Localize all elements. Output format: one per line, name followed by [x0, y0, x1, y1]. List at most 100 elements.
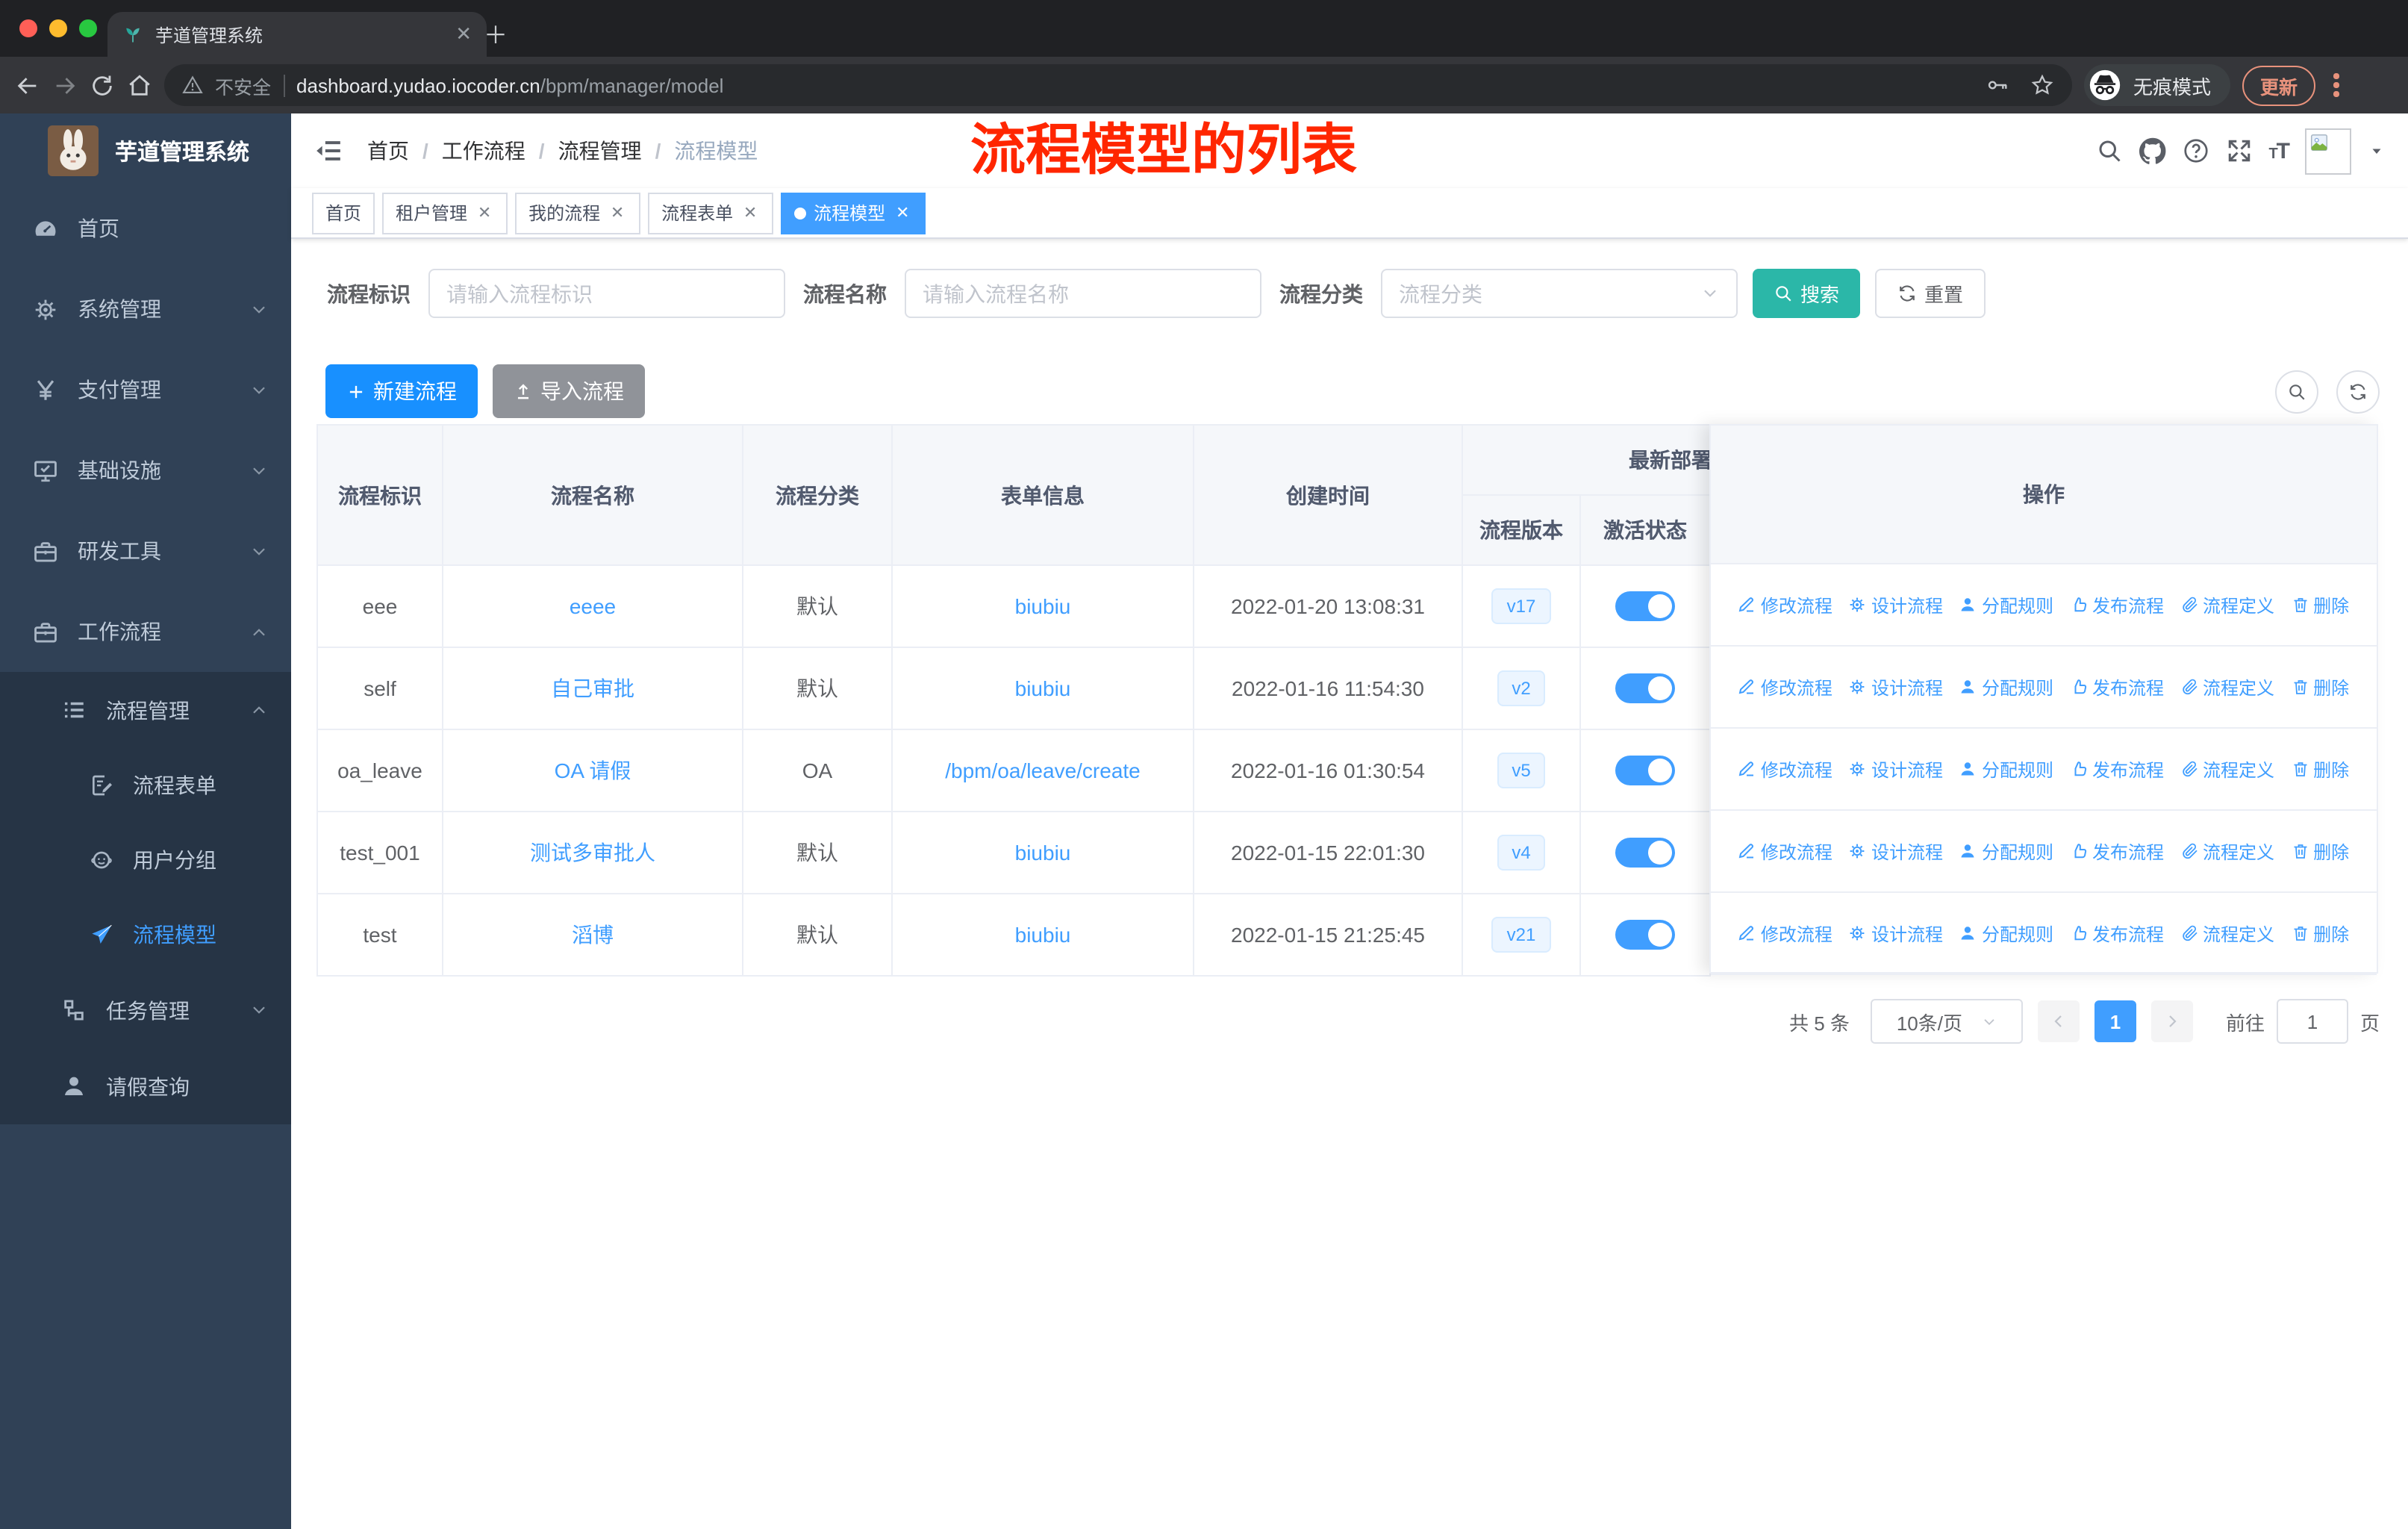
sidebar-item-process-form[interactable]: 流程表单	[0, 748, 291, 823]
hamburger-icon[interactable]	[314, 136, 343, 166]
process-name-link[interactable]: eeee	[570, 594, 616, 618]
search-icon[interactable]	[2095, 137, 2122, 164]
publish-process-link[interactable]: 发布流程	[2070, 756, 2164, 782]
design-process-link[interactable]: 设计流程	[1849, 838, 1943, 864]
refresh-table-button[interactable]	[2336, 370, 2380, 413]
active-toggle[interactable]	[1615, 591, 1675, 621]
active-toggle[interactable]	[1615, 920, 1675, 950]
sidebar-item-workflow[interactable]: 工作流程	[0, 591, 291, 672]
publish-process-link[interactable]: 发布流程	[2070, 921, 2164, 946]
modify-process-link[interactable]: 修改流程	[1738, 592, 1832, 617]
tab-close-icon[interactable]: ✕	[455, 22, 472, 46]
assign-rule-link[interactable]: 分配规则	[1959, 756, 2053, 782]
next-page-button[interactable]	[2150, 1000, 2193, 1042]
process-name-link[interactable]: 自己审批	[551, 676, 634, 700]
process-name-link[interactable]: 测试多审批人	[530, 841, 655, 865]
publish-process-link[interactable]: 发布流程	[2070, 674, 2164, 700]
modify-process-link[interactable]: 修改流程	[1738, 674, 1832, 700]
caret-down-icon[interactable]	[2368, 142, 2386, 160]
tag-my-process[interactable]: 我的流程 ✕	[515, 192, 641, 234]
active-toggle[interactable]	[1615, 838, 1675, 868]
publish-process-link[interactable]: 发布流程	[2070, 838, 2164, 864]
form-info-link[interactable]: biubiu	[1015, 923, 1071, 947]
create-process-button[interactable]: 新建流程	[325, 364, 478, 418]
tag-process-form[interactable]: 流程表单 ✕	[648, 192, 774, 234]
design-process-link[interactable]: 设计流程	[1849, 592, 1943, 617]
sidebar-item-user-group[interactable]: 用户分组	[0, 823, 291, 897]
sidebar-item-home[interactable]: 首页	[0, 188, 291, 269]
form-info-link[interactable]: /bpm/oa/leave/create	[945, 759, 1141, 782]
process-name-link[interactable]: 滔博	[572, 923, 614, 947]
assign-rule-link[interactable]: 分配规则	[1959, 921, 2053, 946]
avatar[interactable]	[2305, 128, 2351, 174]
sidebar-item-system[interactable]: 系统管理	[0, 269, 291, 349]
reset-button[interactable]: 重置	[1875, 269, 1986, 318]
form-info-link[interactable]: biubiu	[1015, 676, 1071, 700]
browser-menu-icon[interactable]	[2327, 73, 2345, 97]
forward-icon[interactable]	[52, 72, 78, 98]
home-icon[interactable]	[127, 72, 152, 98]
help-icon[interactable]	[2182, 137, 2209, 164]
sidebar-item-task-mgmt[interactable]: 任务管理	[0, 972, 291, 1048]
new-tab-button[interactable]: ＋	[484, 15, 508, 51]
publish-process-link[interactable]: 发布流程	[2070, 592, 2164, 617]
page-number-1[interactable]: 1	[2094, 1000, 2136, 1042]
goto-page-input[interactable]	[2276, 999, 2348, 1044]
close-icon[interactable]: ✕	[608, 203, 627, 222]
font-size-icon[interactable]: TT	[2268, 138, 2290, 164]
bookmark-star-icon[interactable]	[2030, 73, 2054, 97]
browser-tab[interactable]: 芋道管理系统 ✕	[107, 12, 487, 57]
process-definition-link[interactable]: 流程定义	[2180, 674, 2274, 700]
modify-process-link[interactable]: 修改流程	[1738, 838, 1832, 864]
delete-link[interactable]: 删除	[2291, 592, 2349, 617]
sidebar-item-payment[interactable]: 支付管理	[0, 349, 291, 430]
assign-rule-link[interactable]: 分配规则	[1959, 838, 2053, 864]
breadcrumb-home[interactable]: 首页	[367, 136, 409, 166]
back-icon[interactable]	[15, 72, 40, 98]
process-definition-link[interactable]: 流程定义	[2180, 921, 2274, 946]
sidebar-item-devtools[interactable]: 研发工具	[0, 511, 291, 591]
sidebar-item-leave-query[interactable]: 请假查询	[0, 1048, 291, 1124]
design-process-link[interactable]: 设计流程	[1849, 756, 1943, 782]
search-button[interactable]: 搜索	[1753, 269, 1861, 318]
breadcrumb-workflow[interactable]: 工作流程	[442, 136, 525, 166]
process-category-select[interactable]: 流程分类	[1381, 269, 1738, 318]
close-icon[interactable]: ✕	[893, 203, 912, 222]
fullscreen-icon[interactable]	[2225, 137, 2252, 164]
active-toggle[interactable]	[1615, 756, 1675, 785]
sidebar-item-process-model[interactable]: 流程模型	[0, 897, 291, 972]
import-process-button[interactable]: 导入流程	[493, 364, 645, 418]
process-name-link[interactable]: OA 请假	[555, 759, 631, 782]
maximize-window-button[interactable]	[79, 19, 97, 37]
design-process-link[interactable]: 设计流程	[1849, 674, 1943, 700]
form-info-link[interactable]: biubiu	[1015, 841, 1071, 865]
close-window-button[interactable]	[19, 19, 37, 37]
toggle-search-button[interactable]	[2275, 370, 2318, 413]
process-definition-link[interactable]: 流程定义	[2180, 838, 2274, 864]
page-size-select[interactable]: 10条/页	[1870, 999, 2023, 1044]
tag-process-model[interactable]: 流程模型 ✕	[781, 192, 926, 234]
sidebar-item-infra[interactable]: 基础设施	[0, 430, 291, 511]
github-icon[interactable]	[2139, 137, 2165, 164]
modify-process-link[interactable]: 修改流程	[1738, 756, 1832, 782]
delete-link[interactable]: 删除	[2291, 674, 2349, 700]
browser-update-button[interactable]: 更新	[2242, 65, 2316, 105]
delete-link[interactable]: 删除	[2291, 756, 2349, 782]
process-id-input[interactable]	[428, 269, 785, 318]
close-icon[interactable]: ✕	[475, 203, 494, 222]
tag-home[interactable]: 首页	[312, 192, 375, 234]
process-definition-link[interactable]: 流程定义	[2180, 592, 2274, 617]
sidebar-item-process-mgmt[interactable]: 流程管理	[0, 672, 291, 748]
app-logo[interactable]: 芋道管理系统	[0, 113, 291, 188]
design-process-link[interactable]: 设计流程	[1849, 921, 1943, 946]
prev-page-button[interactable]	[2037, 1000, 2080, 1042]
reload-icon[interactable]	[90, 72, 115, 98]
breadcrumb-process-mgmt[interactable]: 流程管理	[558, 136, 642, 166]
minimize-window-button[interactable]	[49, 19, 67, 37]
process-definition-link[interactable]: 流程定义	[2180, 756, 2274, 782]
process-name-input[interactable]	[905, 269, 1261, 318]
tag-tenant[interactable]: 租户管理 ✕	[382, 192, 508, 234]
delete-link[interactable]: 删除	[2291, 838, 2349, 864]
modify-process-link[interactable]: 修改流程	[1738, 921, 1832, 946]
security-label[interactable]: 不安全	[215, 71, 271, 99]
